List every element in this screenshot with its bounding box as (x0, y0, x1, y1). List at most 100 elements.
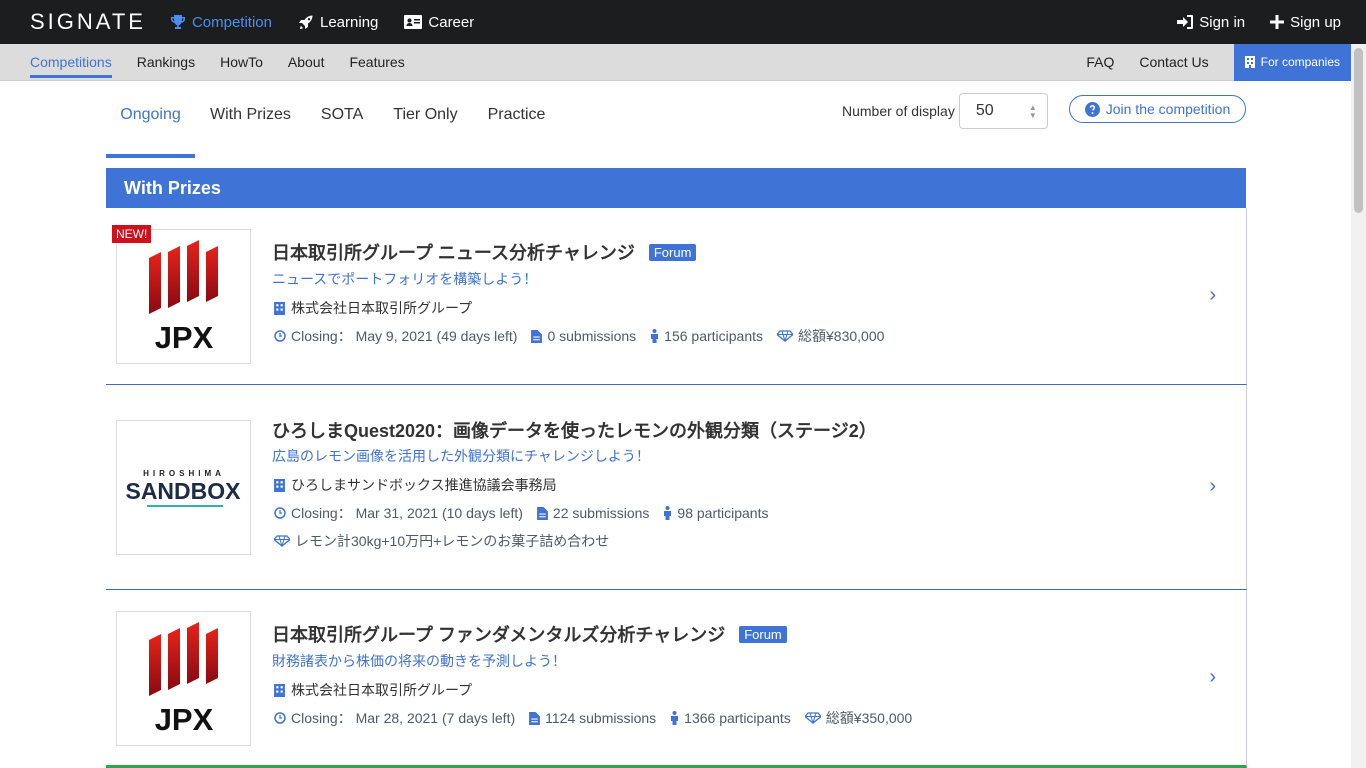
closing-label: Closing： (291, 328, 352, 344)
sign-in-icon (1177, 15, 1194, 29)
jpx-logo-text: JPX (155, 702, 214, 737)
join-competition-label: Join the competition (1105, 101, 1231, 117)
competition-card[interactable]: JPX 日本取引所グループ ファンダメンタルズ分析チャレンジ Forum 財務諸… (106, 590, 1247, 768)
contact-link[interactable]: Contact Us (1139, 54, 1208, 70)
building-icon (274, 301, 285, 315)
organizer-name: 株式会社日本取引所グループ (291, 300, 473, 316)
for-companies-button[interactable]: For companies (1233, 43, 1351, 81)
card-title[interactable]: 日本取引所グループ ニュース分析チャレンジ (272, 239, 635, 265)
closing-label: Closing： (291, 505, 352, 521)
forum-badge[interactable]: Forum (739, 625, 787, 643)
subnav-rankings[interactable]: Rankings (137, 44, 195, 81)
subnav-about[interactable]: About (288, 44, 325, 81)
sub-nav-right: FAQ Contact Us For companies (1086, 43, 1351, 81)
trophy-icon (170, 15, 185, 29)
nav-career-label: Career (428, 13, 475, 31)
jpx-logo-text: JPX (155, 320, 214, 355)
competition-card[interactable]: HIROSHIMA SANDBOX ひろしまQuest2020：画像データを使っ… (106, 385, 1247, 590)
sub-navigation-bar: Competitions Rankings HowTo About Featur… (0, 43, 1351, 81)
subnav-howto[interactable]: HowTo (220, 44, 263, 81)
display-count-control: Number of display 50 ▲ ▼ (842, 93, 1048, 129)
submissions-info: 1124 submissions (529, 710, 656, 726)
clock-icon (274, 712, 286, 724)
prize-amount: レモン計30kg+10万円+レモンのお菓子詰め合わせ (295, 533, 610, 549)
participants-info: 1366 participants (670, 710, 791, 726)
nav-learning-label: Learning (320, 13, 379, 31)
closing-info: Closing： May 9, 2021 (49 days left) (274, 326, 517, 346)
card-title[interactable]: 日本取引所グループ ファンダメンタルズ分析チャレンジ (272, 621, 725, 647)
card-organizer: ひろしまサンドボックス推進協議会事務局 (274, 475, 557, 495)
person-icon (671, 711, 679, 725)
diamond-icon (804, 712, 821, 724)
prize-amount: 総額¥830,000 (798, 328, 885, 344)
chevron-right-icon[interactable]: › (1209, 284, 1216, 307)
card-meta: Closing： Mar 31, 2021 (10 days left) 22 … (274, 503, 782, 523)
tab-ongoing[interactable]: Ongoing (106, 92, 195, 158)
organizer-name: ひろしまサンドボックス推進協議会事務局 (291, 477, 557, 493)
nav-competition-label: Competition (191, 13, 272, 31)
display-count-label: Number of display (842, 103, 955, 119)
forum-badge[interactable]: Forum (648, 243, 697, 261)
file-icon (531, 329, 543, 343)
card-title-row: ひろしまQuest2020：画像データを使ったレモンの外観分類（ステージ2） (272, 417, 877, 443)
subnav-features[interactable]: Features (349, 44, 404, 81)
nav-competition[interactable]: Competition (170, 14, 272, 31)
new-badge: NEW! (112, 225, 152, 243)
sign-in-link[interactable]: Sign in (1177, 14, 1245, 31)
nav-learning[interactable]: Learning (298, 14, 378, 31)
closing-date: Mar 31, 2021 (10 days left) (355, 505, 523, 521)
closing-label: Closing： (291, 710, 352, 726)
jpx-logo-icon: JPX (149, 240, 218, 355)
tab-sota[interactable]: SOTA (306, 92, 378, 158)
file-icon (529, 711, 541, 725)
nav-career[interactable]: Career (404, 14, 474, 31)
competition-card[interactable]: NEW! JPX 日本取引所グループ ニュース分析チャレンジ Forum ニュー… (106, 208, 1247, 385)
submissions-info: 0 submissions (531, 328, 636, 344)
organizer-name: 株式会社日本取引所グループ (291, 682, 473, 698)
participants-info: 98 participants (663, 505, 768, 521)
chevron-right-icon[interactable]: › (1209, 475, 1216, 498)
join-competition-button[interactable]: Join the competition (1069, 95, 1246, 123)
sandbox-logo-top: HIROSHIMA (143, 469, 225, 478)
tab-with-prizes[interactable]: With Prizes (195, 92, 306, 158)
chevron-right-icon[interactable]: › (1209, 666, 1216, 689)
participants-info: 156 participants (650, 328, 763, 344)
diamond-icon (274, 535, 290, 547)
scrollbar-thumb[interactable] (1354, 48, 1363, 213)
faq-link[interactable]: FAQ (1086, 54, 1114, 70)
closing-date: Mar 28, 2021 (7 days left) (355, 710, 516, 726)
clock-icon (274, 330, 286, 342)
card-subtitle: 広島のレモン画像を活用した外観分類にチャレンジしよう！ (272, 448, 650, 464)
prize-info: 総額¥350,000 (804, 708, 913, 728)
prize-info: レモン計30kg+10万円+レモンのお菓子詰め合わせ (274, 531, 609, 551)
subnav-competitions[interactable]: Competitions (30, 44, 112, 81)
submissions-count: 22 submissions (552, 505, 650, 521)
card-organizer: 株式会社日本取引所グループ (274, 680, 472, 700)
prize-info: 総額¥830,000 (777, 326, 884, 346)
id-card-icon (404, 15, 423, 29)
jpx-logo-icon: JPX (149, 622, 218, 737)
closing-date: May 9, 2021 (49 days left) (355, 328, 518, 344)
signate-logo[interactable]: SIGNATE (30, 9, 146, 35)
card-subtitle: 財務諸表から株価の将来の動きを予測しよう！ (272, 653, 566, 669)
participants-count: 98 participants (677, 505, 769, 521)
sign-up-label: Sign up (1290, 13, 1341, 31)
sign-in-label: Sign in (1199, 13, 1246, 31)
competition-tabs: Ongoing With Prizes SOTA Tier Only Pract… (106, 92, 560, 158)
display-count-value: 50 (975, 102, 994, 119)
jpx-logo: JPX (116, 611, 251, 746)
card-title-row: 日本取引所グループ ニュース分析チャレンジ Forum (272, 239, 697, 265)
prize-amount: 総額¥350,000 (825, 710, 913, 726)
select-arrows-icon: ▲ ▼ (1028, 103, 1037, 120)
card-meta: Closing： May 9, 2021 (49 days left) 0 su… (274, 326, 898, 346)
tab-practice[interactable]: Practice (473, 92, 561, 158)
sign-up-link[interactable]: Sign up (1270, 14, 1341, 31)
building-icon (274, 683, 285, 697)
participants-count: 156 participants (664, 328, 764, 344)
main-nav: Competition Learning Career (170, 14, 500, 31)
section-title: With Prizes (106, 168, 1246, 208)
sandbox-logo-text: SANDBOX (125, 478, 241, 504)
tab-tier-only[interactable]: Tier Only (378, 92, 472, 158)
card-title[interactable]: ひろしまQuest2020：画像データを使ったレモンの外観分類（ステージ2） (272, 417, 877, 443)
display-count-select[interactable]: 50 ▲ ▼ (958, 93, 1048, 129)
